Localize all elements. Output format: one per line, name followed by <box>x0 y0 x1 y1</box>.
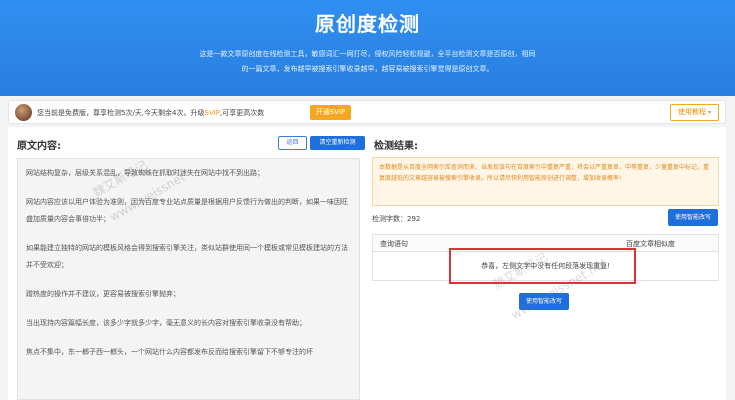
content-paragraph: 当出现持内容篇幅长度，该多少字就多少字，毫无意义的长内容对搜索引擎收录没有帮助； <box>26 319 306 327</box>
content-paragraph: 焦点不集中，东一榔子西一榔头，一个网站什么内容都发布反而给搜索引擎留下不够专注的… <box>26 348 313 356</box>
quota-text-before: 您当前是免费版，尊享检测5次/天,今天剩余4次。升级 <box>37 109 205 117</box>
word-count-label: 检测字数：292 <box>372 215 421 223</box>
original-content-panel: 原文内容: 返回 清空重新检测 网站结构复杂，层级关系混乱，导致蜘蛛在抓取时迷失… <box>8 127 365 400</box>
column-header-query: 查询语句 <box>380 240 408 248</box>
original-text-area[interactable]: 网站结构复杂，层级关系混乱，导致蜘蛛在抓取时迷失在网站中找不到出路； 网站内容应… <box>17 158 360 400</box>
open-svip-button[interactable]: 开通SVIP <box>310 105 351 120</box>
tutorial-dropdown-button[interactable]: 使用教程 ▾ <box>670 104 719 121</box>
result-notice: 本数据是从百度全网索引库查询而来，当发现该句在百度索引中重复严重，将会以严重复显… <box>372 157 719 206</box>
content-paragraph: 如果能建立独特的网站的模板风格会得到搜索引擎关注，类似站群使用同一个模板或常见模… <box>26 244 348 269</box>
smart-rewrite-button[interactable]: 使用智能改写 <box>668 209 718 226</box>
smart-rewrite-button-bottom[interactable]: 使用智能改写 <box>519 293 569 310</box>
quota-text-after: ,可享更高次数 <box>220 109 265 117</box>
content-paragraph: 网站结构复杂，层级关系混乱，导致蜘蛛在抓取时迷失在网站中找不到出路； <box>26 169 264 177</box>
content-paragraph: 网站内容应该以用户体验为准则，因为百度专业站点质量是根据用户反馈行为做出的判断，… <box>26 198 348 223</box>
original-content-title: 原文内容: <box>17 141 61 152</box>
svip-link[interactable]: SVIP <box>205 109 221 117</box>
highlight-annotation-box <box>449 248 636 284</box>
page-description-line-1: 这是一款文章原创度在线检测工具，敏感词汇一网打尽，侵权风险轻松规避，全平台检测文… <box>199 50 536 58</box>
avatar[interactable] <box>15 104 32 121</box>
page-description-line-2: 的一篇文章，发布越早被搜索引擎收录越早，越容易被搜索引擎觉得是原创文章。 <box>241 65 494 73</box>
tutorial-label: 使用教程 <box>677 108 706 116</box>
chevron-down-icon: ▾ <box>707 109 711 116</box>
back-button[interactable]: 返回 <box>278 136 307 150</box>
quota-status-text: 您当前是免费版，尊享检测5次/天,今天剩余4次。升级SVIP,可享更高次数 <box>37 108 264 118</box>
account-status-bar: 您当前是免费版，尊享检测5次/天,今天剩余4次。升级SVIP,可享更高次数 开通… <box>8 100 726 124</box>
result-title: 检测结果: <box>374 141 418 152</box>
page-title: 原创度检测 <box>315 12 420 36</box>
clear-recheck-button[interactable]: 清空重新检测 <box>310 136 365 150</box>
header-banner: 原创度检测 这是一款文章原创度在线检测工具，敏感词汇一网打尽，侵权风险轻松规避，… <box>0 0 735 96</box>
content-paragraph: 蹭热度的操作并不建议，更容易被搜索引擎抛弃； <box>26 290 180 298</box>
